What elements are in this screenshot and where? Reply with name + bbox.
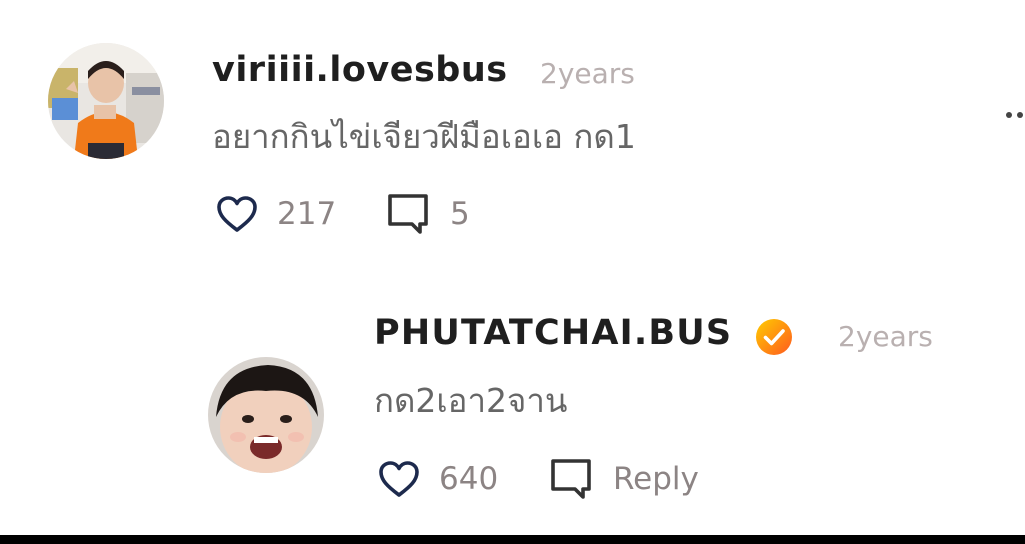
reply-timestamp: 2years	[838, 320, 933, 353]
verified-badge-icon	[754, 317, 794, 357]
comment-bubble-icon	[551, 459, 591, 499]
heart-icon	[217, 196, 257, 232]
comment-timestamp: 2years	[540, 57, 635, 90]
like-button[interactable]: 217	[215, 192, 336, 236]
like-count: 217	[277, 196, 337, 232]
more-options-button[interactable]	[1006, 100, 1025, 130]
username[interactable]: viriiii.lovesbus	[212, 50, 508, 90]
more-options-icon	[1006, 112, 1012, 118]
like-count: 640	[439, 461, 499, 497]
reply-label: Reply	[613, 461, 699, 497]
username[interactable]: PHUTATCHAI.BUS	[374, 313, 732, 353]
heart-icon	[379, 461, 419, 497]
bottom-edge-bar	[0, 535, 1025, 544]
comments-screen: viriiii.lovesbus 2years อยากกินไข่เจียวฝ…	[0, 0, 1025, 544]
replies-button[interactable]: 5	[386, 192, 470, 236]
avatar-photo	[48, 43, 164, 159]
avatar-photo	[208, 357, 324, 473]
reply-count: 5	[450, 196, 470, 232]
avatar[interactable]	[208, 357, 324, 473]
more-options-icon-dot	[1017, 112, 1023, 118]
comment-bubble-icon	[388, 194, 428, 234]
reply-button[interactable]: Reply	[549, 457, 699, 501]
comment-text: อยากกินไข่เจียวฝีมือเอเอ กด1	[212, 117, 636, 156]
avatar[interactable]	[48, 43, 164, 159]
reply-text: กด2เอา2จาน	[374, 381, 568, 420]
like-button[interactable]: 640	[377, 457, 498, 501]
